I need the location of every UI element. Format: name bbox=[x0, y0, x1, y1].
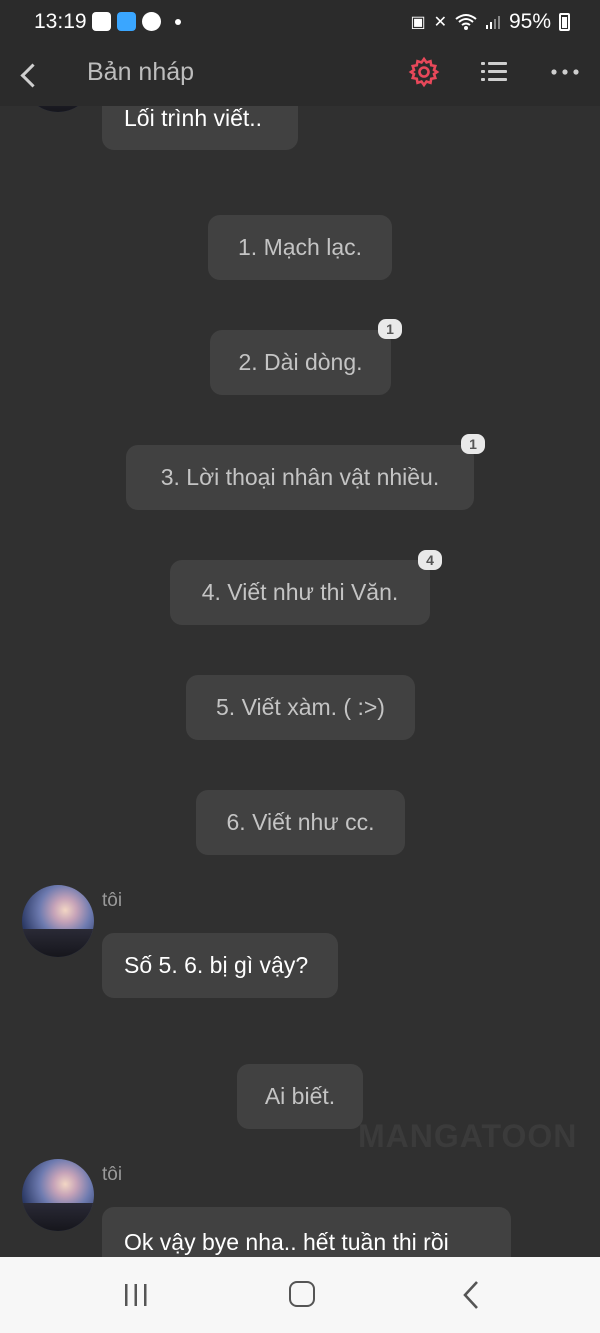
sender-name: tôi bbox=[102, 1164, 123, 1185]
back-icon[interactable] bbox=[458, 1279, 486, 1311]
notification-icons bbox=[92, 12, 181, 31]
message-text: 3. Lời thoại nhân vật nhiều. bbox=[160, 464, 440, 490]
avatar[interactable] bbox=[22, 106, 94, 112]
comment-count-badge[interactable]: 1 bbox=[461, 434, 485, 454]
comment-count-badge[interactable]: 1 bbox=[378, 319, 402, 339]
message-text: 2. Dài dòng. bbox=[238, 349, 363, 375]
comment-count-badge[interactable]: 4 bbox=[418, 550, 442, 570]
message-text: 5. Viết xàm. ( :>) bbox=[216, 694, 385, 720]
message-bubble[interactable]: Ai biết. bbox=[237, 1064, 363, 1129]
recent-apps-icon[interactable] bbox=[122, 1283, 150, 1307]
message-bubble[interactable]: 1. Mạch lạc. bbox=[208, 215, 392, 280]
system-icons: ▣ ✕ 95% bbox=[410, 10, 570, 34]
sender-name: tôi bbox=[102, 890, 123, 911]
page-title: Bản nháp bbox=[87, 58, 195, 86]
top-app-bar: Bản nháp bbox=[0, 46, 600, 106]
message-bubble[interactable]: Ok vậy bye nha.. hết tuần thi rồi bbox=[102, 1207, 511, 1257]
message-text: 1. Mạch lạc. bbox=[238, 234, 362, 260]
message-text: Lối trình viết.. bbox=[124, 106, 263, 131]
list-icon[interactable] bbox=[480, 58, 508, 86]
message-bubble[interactable]: 3. Lời thoại nhân vật nhiều. bbox=[126, 445, 474, 510]
dot-icon bbox=[175, 18, 181, 25]
facebook-icon bbox=[142, 12, 161, 31]
message-bubble[interactable]: 6. Viết như cc. bbox=[196, 790, 405, 855]
system-navigation-bar bbox=[0, 1257, 600, 1333]
message-bubble[interactable]: 5. Viết xàm. ( :>) bbox=[186, 675, 415, 740]
message-bubble[interactable]: 2. Dài dòng. bbox=[210, 330, 391, 395]
battery-saver-icon: ▣ bbox=[410, 14, 426, 31]
watermark: MANGATOON bbox=[358, 1118, 578, 1154]
avatar[interactable] bbox=[22, 885, 94, 957]
gear-icon[interactable] bbox=[408, 56, 440, 88]
message-bubble[interactable]: 4. Viết như thi Văn. bbox=[170, 560, 430, 625]
app-icon bbox=[117, 12, 136, 31]
back-arrow-icon[interactable] bbox=[14, 56, 46, 96]
avatar[interactable] bbox=[22, 1159, 94, 1231]
battery-percent: 95% bbox=[508, 10, 551, 33]
home-icon[interactable] bbox=[289, 1281, 315, 1307]
more-options-icon[interactable] bbox=[548, 58, 582, 86]
battery-icon bbox=[559, 13, 570, 31]
chat-content[interactable]: Lối trình viết.. 1. Mạch lạc. 2. Dài dòn… bbox=[0, 106, 600, 1257]
signal-icon bbox=[485, 16, 500, 29]
mute-icon: ✕ bbox=[433, 14, 447, 31]
status-time: 13:19 bbox=[34, 10, 87, 33]
message-text: 6. Viết như cc. bbox=[226, 809, 375, 835]
wifi-icon bbox=[455, 14, 477, 30]
message-text: 4. Viết như thi Văn. bbox=[201, 579, 399, 605]
message-text: Ok vậy bye nha.. hết tuần thi rồi bbox=[124, 1228, 449, 1255]
message-bubble[interactable]: Lối trình viết.. bbox=[102, 106, 298, 150]
message-text: Ai biết. bbox=[264, 1083, 336, 1109]
status-bar: 13:19 ▣ ✕ 95% bbox=[0, 0, 600, 46]
message-bubble[interactable]: Số 5. 6. bị gì vậy? bbox=[102, 933, 338, 998]
message-text: Số 5. 6. bị gì vậy? bbox=[124, 952, 309, 978]
gallery-icon bbox=[92, 12, 111, 31]
